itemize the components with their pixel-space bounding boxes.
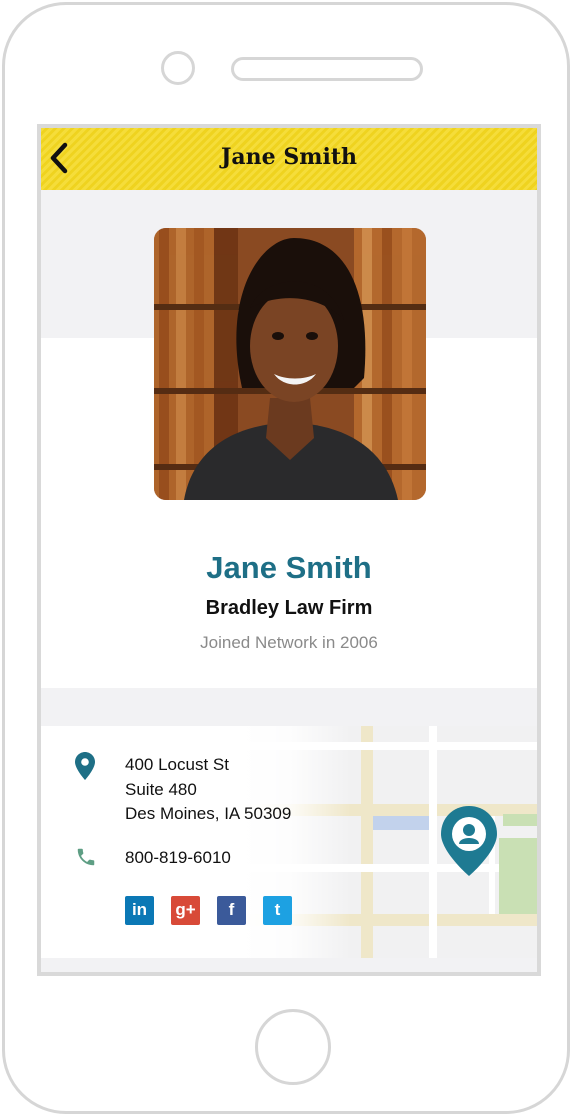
phone-icon [77,848,95,866]
address: 400 Locust St Suite 480 Des Moines, IA 5… [125,753,291,827]
joined-network-text: Joined Network in 2006 [200,633,378,652]
front-camera [161,51,195,85]
contact-card: 400 Locust St Suite 480 Des Moines, IA 5… [41,726,537,958]
google-plus-icon: g+ [175,900,196,919]
firm-name: Bradley Law Firm [205,597,373,619]
linkedin-icon: in [131,900,148,919]
twitter-button[interactable]: t [263,896,292,925]
address-line-3: Des Moines, IA 50309 [125,804,292,823]
home-button[interactable] [255,1009,331,1085]
facebook-icon: f [228,900,235,919]
address-line-2: Suite 480 [125,779,197,799]
facebook-button[interactable]: f [217,896,246,925]
page-title: Jane Smith [221,144,357,170]
linkedin-button[interactable]: in [125,896,154,925]
attorney-name: Jane Smith [206,550,372,585]
phone-number[interactable]: 800-819-6010 [125,846,231,871]
address-line-1: 400 Locust St [125,755,229,774]
twitter-icon: t [274,900,281,919]
app-screen: Jane Smith Jane Smith Bradley Law Firm J… [37,124,541,976]
attorney-portrait-photo [154,228,426,500]
map-pin-icon [75,752,95,780]
google-plus-button[interactable]: g+ [171,896,200,925]
earpiece-speaker [231,57,423,81]
app-header: Jane Smith [41,128,537,190]
